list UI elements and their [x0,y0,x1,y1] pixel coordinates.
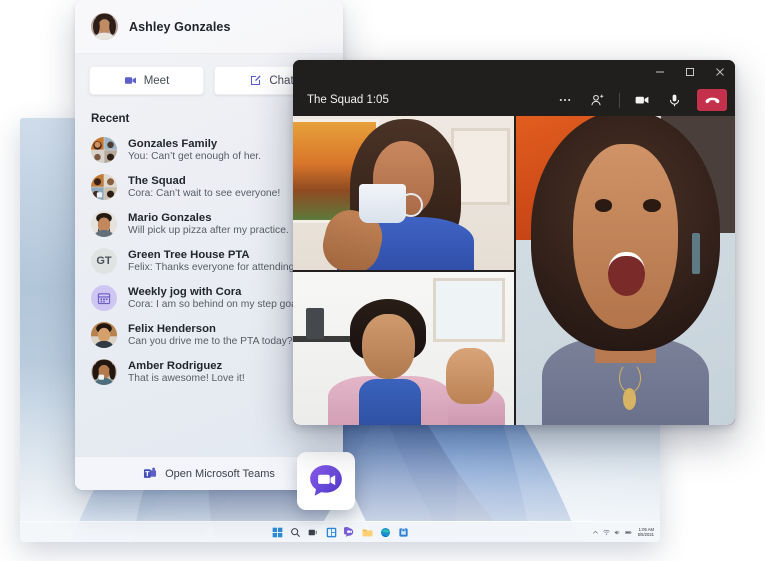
store-icon[interactable] [398,527,409,538]
maximize-icon [686,68,694,76]
hang-up-icon [705,97,719,103]
list-item-title: Gonzales Family [128,137,218,150]
toolbar-divider [619,92,620,108]
clock-date: 5/5/2021 [637,532,654,537]
video-grid [293,116,735,425]
teams-chat-popout-icon[interactable] [297,452,355,510]
avatar [91,173,117,200]
avatar [91,358,117,385]
close-button[interactable] [705,60,735,84]
list-item-preview: You: Can’t get enough of her. [128,150,262,162]
microphone-icon [669,94,679,106]
volume-icon[interactable] [614,529,621,536]
list-item-preview: Cora: I am so behind on my step goals. [128,298,308,310]
account-name: Ashley Gonzales [129,19,231,34]
avatar-calendar [91,284,117,311]
call-toolbar: The Squad 1:05 [293,84,735,116]
system-tray[interactable]: 1:05 AM 5/5/2021 [592,522,654,542]
call-title: The Squad 1:05 [307,94,389,106]
close-icon [716,68,724,76]
chat-button-label: Chat [269,74,294,87]
taskbar-clock[interactable]: 1:05 AM 5/5/2021 [638,527,654,537]
video-camera-icon [124,77,136,84]
minimize-button[interactable] [645,60,675,84]
file-explorer-icon[interactable] [362,527,373,538]
teams-call-window: The Squad 1:05 [293,60,735,425]
toggle-camera-button[interactable] [629,88,655,112]
avatar-initials-text: GT [96,254,112,267]
search-icon[interactable] [290,527,301,538]
add-person-icon [590,94,603,105]
list-item-preview: Felix: Thanks everyone for attending. [128,261,298,273]
list-item-preview: Cora: Can’t wait to see everyone! [128,187,281,199]
start-icon[interactable] [272,527,283,538]
ellipsis-icon [559,98,571,102]
meet-button[interactable]: Meet [89,66,204,95]
maximize-button[interactable] [675,60,705,84]
show-hidden-icons-icon[interactable] [592,529,599,536]
network-icon[interactable] [602,529,610,536]
battery-icon[interactable] [624,529,632,536]
flyout-header: Ashley Gonzales [75,0,343,54]
microsoft-teams-icon [144,467,157,478]
list-item-title: Felix Henderson [128,322,216,335]
toggle-mic-button[interactable] [661,88,687,112]
teams-chat-icon[interactable] [343,526,355,538]
avatar [91,13,118,40]
avatar [91,321,117,348]
participant-tile-2[interactable] [293,271,514,425]
teams-chat-bubble-icon [310,465,342,496]
window-chrome [293,60,735,84]
list-item-preview: Will pick up pizza after my practice. [128,224,289,236]
list-item-title: Green Tree House PTA [128,248,250,261]
widgets-icon[interactable] [326,527,337,538]
list-item-preview: Can you drive me to the PTA today? [128,335,293,347]
edge-icon[interactable] [380,527,391,538]
calendar-icon [97,292,111,304]
participant-tile-1[interactable] [293,116,514,270]
avatar [91,136,117,163]
list-item-title: Mario Gonzales [128,211,212,224]
hang-up-button[interactable] [697,89,727,111]
avatar [91,210,117,237]
avatar-initials: GT [91,247,117,274]
open-microsoft-teams-label: Open Microsoft Teams [165,467,275,480]
meet-button-label: Meet [143,74,170,87]
minimize-icon [656,71,664,73]
list-item-title: Weekly jog with Cora [128,285,242,298]
list-item-title: The Squad [128,174,186,187]
more-options-button[interactable] [552,88,578,112]
list-item-title: Amber Rodriguez [128,359,223,372]
video-camera-icon [635,96,649,104]
list-item-preview: That is awesome! Love it! [128,372,245,384]
add-people-button[interactable] [584,88,610,112]
compose-chat-icon [251,75,262,86]
task-view-icon[interactable] [308,527,319,538]
participant-tile-3[interactable] [516,116,735,425]
windows-taskbar[interactable]: 1:05 AM 5/5/2021 [20,521,660,542]
